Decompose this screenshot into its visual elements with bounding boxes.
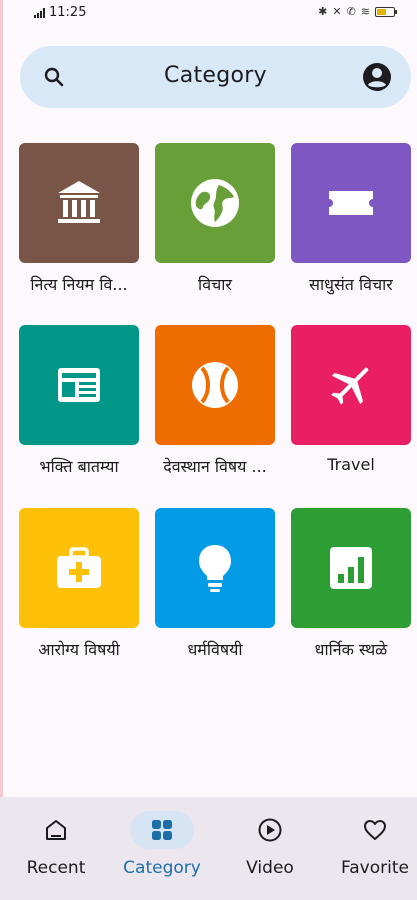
category-label: विचार (198, 275, 232, 294)
category-label: देवस्थान विषय ... (163, 457, 267, 476)
nav-label: Favorite (341, 858, 409, 878)
status-icons: ✱ ✕ ✆ ≋ (318, 5, 397, 18)
signal-icon (34, 7, 45, 18)
category-label: धार्निक स्थळे (314, 640, 388, 659)
home-icon (46, 820, 66, 840)
category-label: नित्य नियम वि... (30, 275, 128, 294)
search-bar[interactable]: Category (20, 46, 411, 108)
nav-pill[interactable] (238, 811, 302, 849)
mute-icon: ✕ (332, 5, 342, 18)
battery-level (377, 8, 386, 15)
grid-icon (152, 820, 172, 840)
category-item[interactable]: भक्ति बातम्या (19, 325, 139, 477)
airplane-icon (331, 367, 369, 405)
category-item[interactable]: आरोग्य विषयी (19, 508, 139, 660)
category-tile[interactable] (19, 508, 139, 628)
category-tile[interactable] (19, 143, 139, 263)
status-time: 11:25 (49, 5, 87, 20)
bank-icon (58, 181, 100, 223)
account-circle-icon[interactable] (361, 61, 393, 93)
category-tile[interactable] (291, 325, 411, 445)
category-item[interactable]: धार्निक स्थळे (291, 508, 411, 660)
left-edge (0, 0, 3, 900)
category-tile[interactable] (155, 325, 275, 445)
category-item[interactable]: देवस्थान विषय ... (155, 325, 275, 477)
category-item[interactable]: विचार (155, 143, 275, 295)
category-item[interactable]: साधुसंत विचार (291, 143, 411, 295)
bluetooth-icon: ✱ (318, 5, 328, 18)
category-label: आरोग्य विषयी (38, 640, 120, 659)
category-label: भक्ति बातम्या (39, 457, 119, 476)
nav-item-category[interactable]: Category (110, 797, 214, 900)
category-label: Travel (327, 455, 375, 474)
sports-ball-icon (192, 362, 238, 408)
globe-icon (191, 179, 239, 227)
category-label: साधुसंत विचार (309, 275, 393, 294)
nav-label: Category (123, 858, 201, 878)
bar-chart-icon (330, 547, 372, 589)
category-item[interactable]: नित्य नियम वि... (19, 143, 139, 295)
category-item[interactable]: Travel (291, 325, 411, 474)
category-item[interactable]: धर्मविषयी (155, 508, 275, 660)
category-label: धर्मविषयी (187, 640, 243, 659)
category-tile[interactable] (155, 143, 275, 263)
heart-icon (364, 820, 386, 840)
bottom-nav: Recent Category Video Favorite (0, 797, 417, 900)
call-icon: ✆ (346, 5, 356, 18)
newspaper-icon (58, 368, 100, 402)
nav-item-recent[interactable]: Recent (4, 797, 108, 900)
ticket-icon (329, 191, 373, 215)
search-title: Category (164, 63, 267, 88)
category-tile[interactable] (291, 143, 411, 263)
nav-pill[interactable] (24, 811, 88, 849)
nav-item-favorite[interactable]: Favorite (323, 797, 417, 900)
nav-pill[interactable] (130, 811, 194, 849)
nav-item-video[interactable]: Video (218, 797, 322, 900)
status-bar: 11:25 ✱ ✕ ✆ ≋ (0, 0, 417, 26)
nav-pill[interactable] (343, 811, 407, 849)
play-circle-icon (258, 818, 282, 842)
battery-icon (375, 6, 397, 17)
medical-bag-icon (57, 547, 101, 588)
wifi-icon: ≋ (360, 5, 370, 18)
lightbulb-icon (199, 545, 231, 592)
category-tile[interactable] (19, 325, 139, 445)
status-left: 11:25 (34, 5, 86, 20)
category-tile[interactable] (291, 508, 411, 628)
category-tile[interactable] (155, 508, 275, 628)
